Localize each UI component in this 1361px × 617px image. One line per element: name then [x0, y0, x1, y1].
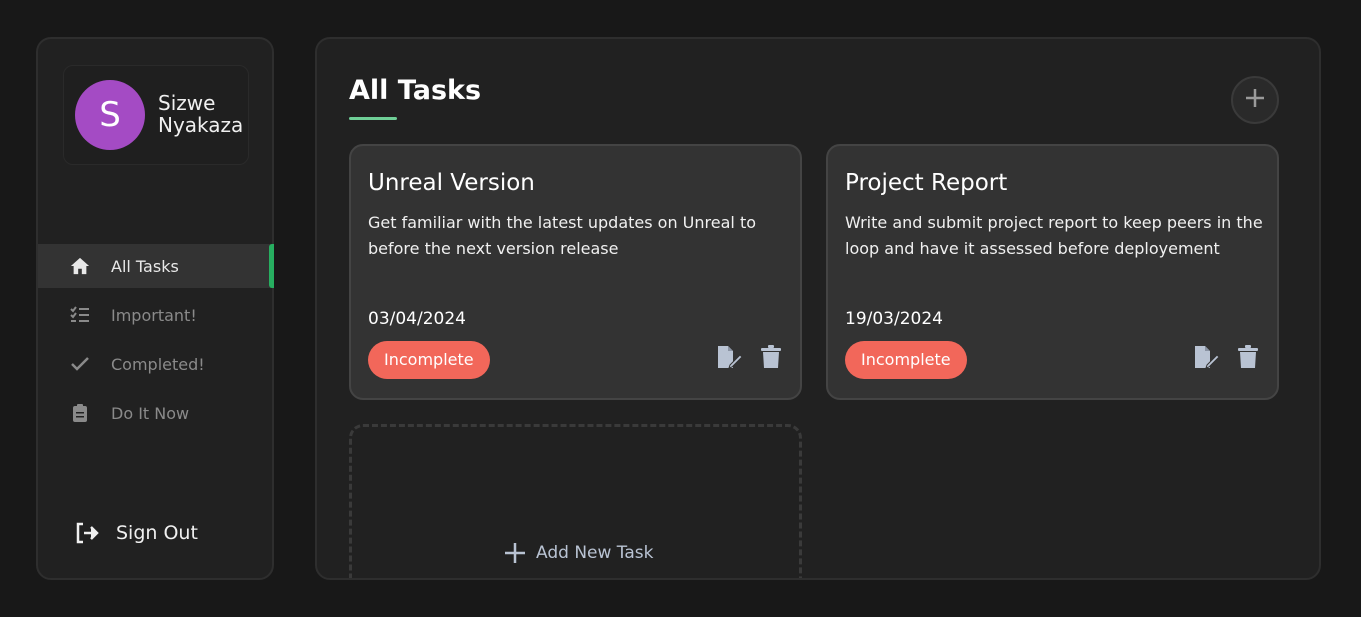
sidebar-nav: All Tasks Important! Completed! Do It No… [38, 244, 274, 440]
sidebar-item-all-tasks[interactable]: All Tasks [38, 244, 274, 288]
trash-icon[interactable] [758, 344, 784, 370]
edit-icon[interactable] [716, 344, 742, 370]
sidebar-item-important[interactable]: Important! [38, 293, 274, 337]
task-description: Get familiar with the latest updates on … [368, 213, 756, 258]
avatar[interactable]: S [75, 80, 145, 150]
task-card: Unreal Version Get familiar with the lat… [349, 144, 802, 400]
task-date: 03/04/2024 [368, 309, 466, 329]
sign-out-label: Sign Out [116, 522, 198, 544]
sidebar-item-label: Completed! [111, 354, 205, 374]
sidebar-item-completed[interactable]: Completed! [38, 342, 274, 386]
sidebar-item-label: All Tasks [111, 256, 179, 276]
add-new-task-label: Add New Task [536, 543, 654, 563]
sidebar-item-label: Important! [111, 305, 197, 325]
task-title: Project Report [845, 170, 1008, 196]
home-icon [70, 256, 90, 276]
sidebar: S Sizwe Nyakaza All Tasks Important! Com… [36, 37, 274, 580]
user-profile[interactable]: S Sizwe Nyakaza [63, 65, 249, 165]
status-badge[interactable]: Incomplete [368, 341, 490, 379]
sidebar-item-do-it-now[interactable]: Do It Now [38, 391, 274, 435]
main-panel: All Tasks Unreal Version Get familiar wi… [315, 37, 1321, 580]
sign-out-icon [74, 521, 100, 545]
task-actions [716, 344, 784, 370]
sidebar-item-label: Do It Now [111, 403, 190, 423]
task-title: Unreal Version [368, 170, 535, 196]
add-new-task[interactable]: Add New Task [504, 542, 654, 564]
title-underline [349, 117, 397, 120]
user-name: Sizwe Nyakaza [158, 91, 244, 137]
page-title: All Tasks [349, 75, 482, 106]
task-actions [1193, 344, 1261, 370]
add-task-button[interactable] [1231, 76, 1279, 124]
trash-icon[interactable] [1235, 344, 1261, 370]
plus-icon [504, 542, 526, 564]
task-date: 19/03/2024 [845, 309, 943, 329]
sign-out-button[interactable]: Sign Out [74, 521, 198, 545]
task-card: Project Report Write and submit project … [826, 144, 1279, 400]
status-badge[interactable]: Incomplete [845, 341, 967, 379]
task-description: Write and submit project report to keep … [845, 213, 1263, 258]
check-icon [70, 354, 90, 374]
plus-icon [1244, 87, 1266, 113]
checklist-icon [70, 305, 90, 325]
add-new-task-card[interactable]: Add New Task [349, 424, 802, 578]
clipboard-icon [70, 403, 90, 423]
edit-icon[interactable] [1193, 344, 1219, 370]
